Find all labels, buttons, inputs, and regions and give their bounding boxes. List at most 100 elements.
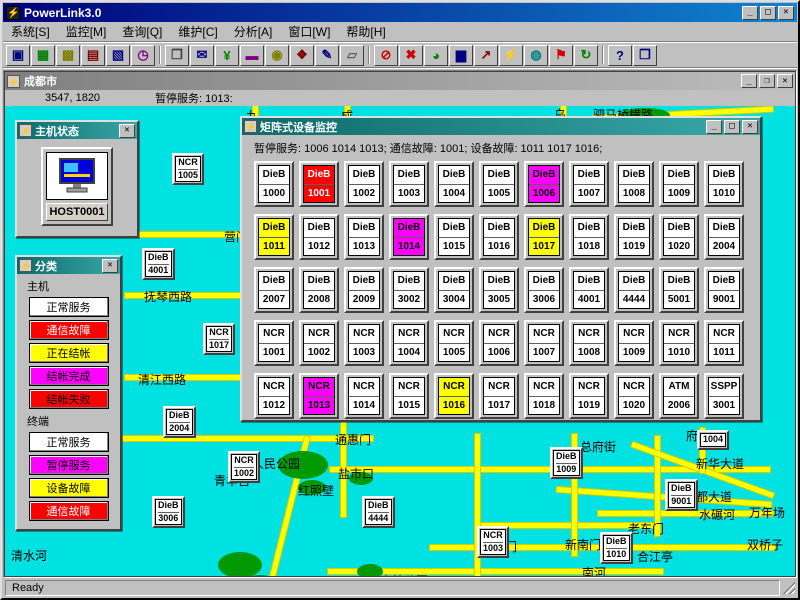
cancel-icon[interactable]: ✖ [399, 45, 423, 66]
map-marker-1004[interactable]: 1004 [697, 430, 729, 450]
device-cell-DieB-1003[interactable]: DieB1003 [389, 161, 429, 207]
device-cell-DieB-4001[interactable]: DieB4001 [569, 267, 609, 313]
no-entry-icon[interactable]: ⊘ [374, 45, 398, 66]
menu-item-window[interactable]: 窗口[W] [280, 21, 338, 42]
map-icon[interactable]: ▩ [56, 45, 80, 66]
card-icon[interactable]: ▬ [240, 45, 264, 66]
map-marker-NCR-1002[interactable]: NCR1002 [228, 451, 260, 483]
device-cell-DieB-1014[interactable]: DieB1014 [389, 214, 429, 260]
pencil-icon[interactable]: ✎ [315, 45, 339, 66]
map-marker-DieB-2004[interactable]: DieB2004 [163, 406, 196, 438]
device-cell-NCR-1001[interactable]: NCR1001 [254, 320, 294, 366]
device-cell-DieB-1016[interactable]: DieB1016 [479, 214, 519, 260]
money-icon[interactable]: ¥ [215, 45, 239, 66]
device-cell-DieB-2008[interactable]: DieB2008 [299, 267, 339, 313]
legend-close-button[interactable]: ✕ [102, 259, 118, 273]
map-marker-DieB-1010[interactable]: DieB1010 [600, 532, 633, 564]
device-cell-DieB-1020[interactable]: DieB1020 [659, 214, 699, 260]
device-cell-NCR-1015[interactable]: NCR1015 [389, 373, 429, 419]
device-cell-ATM-2006[interactable]: ATM2006 [659, 373, 699, 419]
device-cell-SSPP-3001[interactable]: SSPP3001 [704, 373, 744, 419]
device-cell-NCR-1014[interactable]: NCR1014 [344, 373, 384, 419]
menu-item-help[interactable]: 帮助[H] [338, 21, 393, 42]
flag-icon[interactable]: ⚑ [549, 45, 573, 66]
eraser-icon[interactable]: ▱ [340, 45, 364, 66]
close-button[interactable]: ✕ [778, 6, 794, 20]
device-matrix-icon[interactable]: ▦ [31, 45, 55, 66]
map-marker-NCR-1005[interactable]: NCR1005 [172, 153, 204, 185]
device-cell-DieB-1012[interactable]: DieB1012 [299, 214, 339, 260]
device-cell-NCR-1004[interactable]: NCR1004 [389, 320, 429, 366]
host-close-button[interactable]: ✕ [119, 124, 135, 138]
pie-chart-icon[interactable]: ◕ [424, 45, 448, 66]
device-cell-DieB-4444[interactable]: DieB4444 [614, 267, 654, 313]
lightning-icon[interactable]: ⚡ [499, 45, 523, 66]
calendar-icon[interactable]: ▧ [106, 45, 130, 66]
device-cell-DieB-1006[interactable]: DieB1006 [524, 161, 564, 207]
device-cell-DieB-1018[interactable]: DieB1018 [569, 214, 609, 260]
city-close-button[interactable]: ✕ [777, 74, 793, 88]
matrix-close-button[interactable]: ✕ [742, 120, 758, 134]
device-cell-DieB-5001[interactable]: DieB5001 [659, 267, 699, 313]
device-cell-DieB-3006[interactable]: DieB3006 [524, 267, 564, 313]
device-cell-NCR-1013[interactable]: NCR1013 [299, 373, 339, 419]
device-cell-NCR-1006[interactable]: NCR1006 [479, 320, 519, 366]
city-restore-button[interactable]: ❐ [759, 74, 775, 88]
host-button[interactable]: HOST0001 [41, 147, 113, 226]
menu-item-system[interactable]: 系统[S] [3, 21, 58, 42]
city-minimize-button[interactable]: _ [741, 74, 757, 88]
device-cell-NCR-1008[interactable]: NCR1008 [569, 320, 609, 366]
palette-icon[interactable]: ❖ [290, 45, 314, 66]
map-marker-DieB-3006[interactable]: DieB3006 [152, 496, 185, 528]
device-cell-DieB-1004[interactable]: DieB1004 [434, 161, 474, 207]
device-cell-DieB-3002[interactable]: DieB3002 [389, 267, 429, 313]
printer-icon[interactable]: ❐ [165, 45, 189, 66]
trend-icon[interactable]: ↗ [474, 45, 498, 66]
matrix-minimize-button[interactable]: _ [706, 120, 722, 134]
device-cell-DieB-1015[interactable]: DieB1015 [434, 214, 474, 260]
device-cell-DieB-9001[interactable]: DieB9001 [704, 267, 744, 313]
window-icon[interactable]: ❒ [633, 45, 657, 66]
map-marker-DieB-4444[interactable]: DieB4444 [362, 496, 395, 528]
device-cell-DieB-1013[interactable]: DieB1013 [344, 214, 384, 260]
device-cell-DieB-2007[interactable]: DieB2007 [254, 267, 294, 313]
maximize-button[interactable]: □ [760, 6, 776, 20]
menu-item-maintain[interactable]: 维护[C] [170, 21, 225, 42]
device-cell-NCR-1009[interactable]: NCR1009 [614, 320, 654, 366]
mail-icon[interactable]: ✉ [190, 45, 214, 66]
device-cell-DieB-1011[interactable]: DieB1011 [254, 214, 294, 260]
device-cell-DieB-1005[interactable]: DieB1005 [479, 161, 519, 207]
map-marker-NCR-1017[interactable]: NCR1017 [203, 323, 235, 355]
lock-icon[interactable]: ◉ [265, 45, 289, 66]
device-cell-DieB-1000[interactable]: DieB1000 [254, 161, 294, 207]
matrix-maximize-button[interactable]: □ [724, 120, 740, 134]
device-cell-DieB-3005[interactable]: DieB3005 [479, 267, 519, 313]
globe-icon[interactable]: ◍ [524, 45, 548, 66]
device-cell-DieB-2009[interactable]: DieB2009 [344, 267, 384, 313]
device-cell-NCR-1016[interactable]: NCR1016 [434, 373, 474, 419]
help-icon[interactable]: ? [608, 45, 632, 66]
menu-item-query[interactable]: 查询[Q] [114, 21, 170, 42]
device-cell-DieB-1002[interactable]: DieB1002 [344, 161, 384, 207]
device-cell-DieB-1010[interactable]: DieB1010 [704, 161, 744, 207]
device-cell-DieB-1008[interactable]: DieB1008 [614, 161, 654, 207]
menu-item-monitor[interactable]: 监控[M] [58, 21, 115, 42]
device-cell-NCR-1003[interactable]: NCR1003 [344, 320, 384, 366]
map-marker-DieB-1009[interactable]: DieB1009 [550, 447, 583, 479]
device-cell-DieB-3004[interactable]: DieB3004 [434, 267, 474, 313]
resize-grip[interactable] [783, 582, 795, 594]
minimize-button[interactable]: _ [742, 6, 758, 20]
device-cell-NCR-1019[interactable]: NCR1019 [569, 373, 609, 419]
map-marker-DieB-4001[interactable]: DieB4001 [142, 248, 175, 280]
device-cell-DieB-1009[interactable]: DieB1009 [659, 161, 699, 207]
refresh-icon[interactable]: ↻ [574, 45, 598, 66]
monitor-icon[interactable]: ▣ [6, 45, 30, 66]
device-cell-NCR-1012[interactable]: NCR1012 [254, 373, 294, 419]
device-cell-DieB-1019[interactable]: DieB1019 [614, 214, 654, 260]
device-cell-DieB-1001[interactable]: DieB1001 [299, 161, 339, 207]
device-cell-NCR-1010[interactable]: NCR1010 [659, 320, 699, 366]
device-cell-NCR-1020[interactable]: NCR1020 [614, 373, 654, 419]
device-cell-NCR-1011[interactable]: NCR1011 [704, 320, 744, 366]
device-cell-DieB-2004[interactable]: DieB2004 [704, 214, 744, 260]
device-cell-NCR-1002[interactable]: NCR1002 [299, 320, 339, 366]
